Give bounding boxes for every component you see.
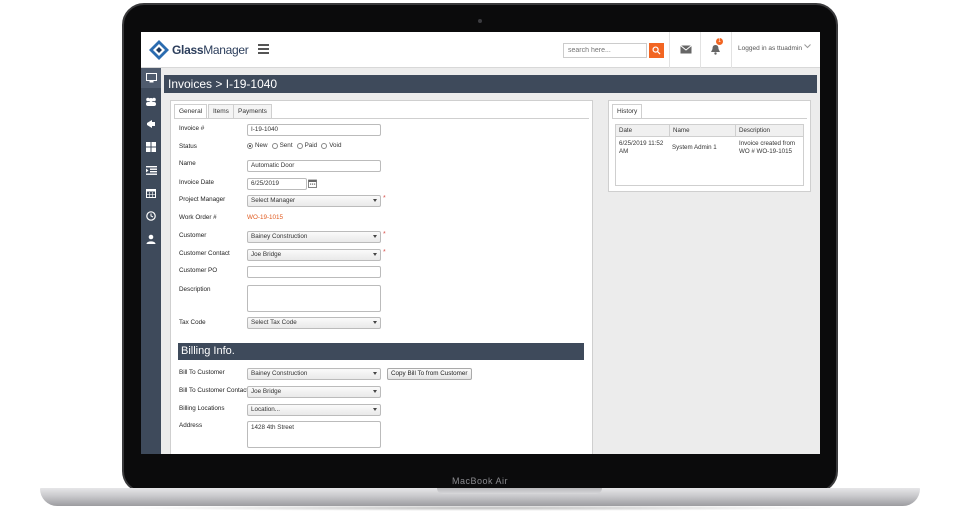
radio-void[interactable] bbox=[321, 142, 328, 149]
invoice-form-panel: General Items Payments bbox=[170, 100, 593, 454]
status-radio-group: New Sent Paid Void bbox=[247, 142, 345, 149]
logged-in-text: Logged in as ttuadmin bbox=[738, 45, 802, 52]
camera bbox=[478, 19, 482, 23]
monitor-icon bbox=[145, 73, 157, 83]
sidebar-item-calendar[interactable] bbox=[141, 183, 161, 203]
notification-badge: 1 bbox=[716, 38, 723, 45]
name-field[interactable]: Automatic Door bbox=[247, 160, 381, 172]
work-order-link[interactable]: WO-19-1015 bbox=[247, 214, 283, 221]
top-bar: GlassManager 1 Logged in as ttuadmin bbox=[141, 32, 820, 68]
sidebar-item-users[interactable] bbox=[141, 229, 161, 249]
customer-po-field[interactable] bbox=[247, 266, 381, 278]
grid-icon bbox=[146, 142, 156, 152]
list-indent-icon bbox=[145, 165, 157, 175]
search-icon bbox=[652, 46, 661, 55]
customer-po-label: Customer PO bbox=[179, 267, 218, 274]
copy-bill-to-button[interactable]: Copy Bill To from Customer bbox=[387, 368, 472, 380]
history-col-name[interactable]: Name bbox=[669, 124, 736, 137]
invoice-date-field[interactable]: 6/25/2019 bbox=[247, 178, 307, 190]
envelope-icon bbox=[680, 45, 692, 54]
logo[interactable]: GlassManager bbox=[148, 38, 249, 62]
history-row-date: 6/25/2019 11:52 AM bbox=[619, 140, 664, 155]
required-marker: * bbox=[383, 231, 386, 238]
invoice-number-label: Invoice # bbox=[179, 125, 205, 132]
breadcrumb-separator: > bbox=[215, 77, 223, 91]
logo-mark-icon bbox=[149, 40, 169, 60]
search-button[interactable] bbox=[649, 43, 664, 58]
search-input[interactable] bbox=[563, 43, 647, 58]
invoice-number-field[interactable]: I-19-1040 bbox=[247, 124, 381, 136]
billing-section-title: Billing Info. bbox=[178, 343, 584, 360]
users-icon bbox=[146, 97, 156, 106]
status-label: Status bbox=[179, 143, 197, 150]
app-screen: GlassManager 1 Logged in as ttuadmin bbox=[141, 32, 820, 454]
customer-contact-label: Customer Contact bbox=[179, 250, 230, 257]
description-label: Description bbox=[179, 286, 211, 293]
address-label: Address bbox=[179, 422, 203, 429]
device-label: MacBook Air bbox=[451, 476, 509, 486]
sidebar bbox=[141, 68, 161, 454]
history-row-description: Invoice created from WO # WO-19-1015 bbox=[739, 140, 796, 155]
bill-to-contact-label: Bill To Customer Contact bbox=[179, 387, 249, 394]
chevron-down-icon[interactable] bbox=[804, 44, 811, 49]
name-label: Name bbox=[179, 160, 196, 167]
required-marker: * bbox=[383, 195, 386, 202]
megaphone-icon bbox=[146, 120, 155, 128]
sidebar-item-time[interactable] bbox=[141, 206, 161, 226]
tab-payments[interactable]: Payments bbox=[233, 104, 272, 118]
description-textarea[interactable] bbox=[247, 285, 381, 312]
customer-select[interactable]: Bainey Construction bbox=[247, 231, 381, 243]
notifications-button[interactable] bbox=[700, 32, 731, 68]
breadcrumb-current: I-19-1040 bbox=[225, 77, 278, 91]
status-option-paid[interactable]: Paid bbox=[296, 142, 317, 149]
sidebar-item-dashboard[interactable] bbox=[141, 68, 161, 88]
tab-history[interactable]: History bbox=[612, 104, 643, 119]
billing-locations-select[interactable]: Location... bbox=[247, 404, 381, 416]
required-marker: * bbox=[383, 249, 386, 256]
history-row-name: System Admin 1 bbox=[672, 144, 717, 151]
calendar-picker-icon[interactable] bbox=[308, 179, 317, 188]
bill-to-customer-label: Bill To Customer bbox=[179, 369, 225, 376]
status-option-void[interactable]: Void bbox=[321, 142, 341, 149]
laptop-base bbox=[40, 488, 920, 506]
sidebar-item-customers[interactable] bbox=[141, 91, 161, 111]
logo-text: GlassManager bbox=[172, 43, 249, 57]
status-option-new[interactable]: New bbox=[247, 142, 268, 149]
customer-contact-select[interactable]: Joe Bridge bbox=[247, 249, 381, 261]
radio-paid[interactable] bbox=[296, 142, 303, 149]
messages-button[interactable] bbox=[669, 32, 700, 68]
menu-icon[interactable] bbox=[258, 44, 269, 54]
tab-items[interactable]: Items bbox=[208, 104, 234, 118]
project-manager-select[interactable]: Select Manager bbox=[247, 195, 381, 207]
billing-locations-label: Billing Locations bbox=[179, 405, 225, 412]
tab-general[interactable]: General bbox=[174, 104, 208, 119]
breadcrumb-root[interactable]: Invoices bbox=[168, 77, 212, 91]
sidebar-item-marketing[interactable] bbox=[141, 114, 161, 134]
history-col-description[interactable]: Description bbox=[735, 124, 804, 137]
bell-icon bbox=[711, 45, 720, 55]
status-option-sent[interactable]: Sent bbox=[271, 142, 293, 149]
tab-divider bbox=[612, 118, 807, 119]
tax-code-label: Tax Code bbox=[179, 319, 206, 326]
page-title: Invoices > I-19-1040 bbox=[164, 75, 817, 93]
tab-divider bbox=[174, 118, 589, 119]
bill-to-contact-select[interactable]: Joe Bridge bbox=[247, 386, 381, 398]
user-icon bbox=[146, 234, 156, 244]
radio-new[interactable] bbox=[247, 142, 253, 149]
history-col-date[interactable]: Date bbox=[615, 124, 670, 137]
project-manager-label: Project Manager bbox=[179, 196, 226, 203]
customer-label: Customer bbox=[179, 232, 207, 239]
tax-code-select[interactable]: Select Tax Code bbox=[247, 317, 381, 329]
sidebar-item-modules[interactable] bbox=[141, 137, 161, 157]
work-order-label: Work Order # bbox=[179, 214, 217, 221]
sidebar-item-lists[interactable] bbox=[141, 160, 161, 180]
calendar-icon bbox=[146, 189, 156, 198]
laptop-notch bbox=[437, 488, 602, 494]
clock-icon bbox=[146, 211, 156, 221]
bill-to-customer-select[interactable]: Bainey Construction bbox=[247, 368, 381, 380]
address-textarea[interactable]: 1428 4th Street bbox=[247, 421, 381, 448]
invoice-date-label: Invoice Date bbox=[179, 179, 215, 186]
radio-sent[interactable] bbox=[271, 142, 278, 149]
